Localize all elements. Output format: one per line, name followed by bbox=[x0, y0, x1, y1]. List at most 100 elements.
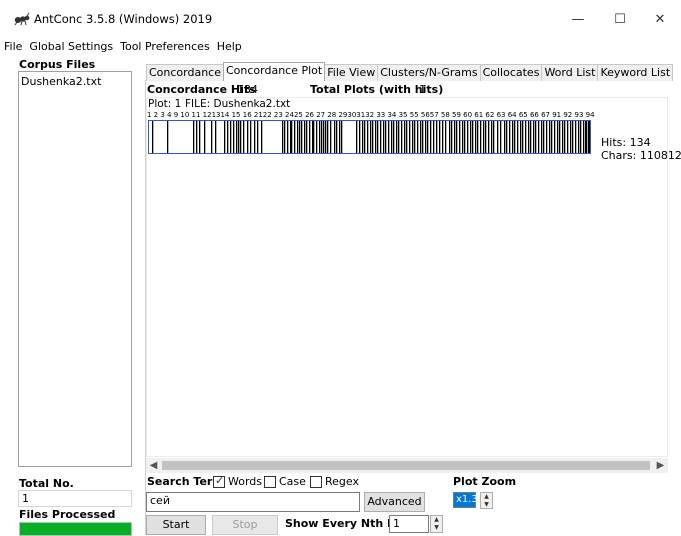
words-checkbox[interactable]: ✓ bbox=[213, 474, 225, 488]
tab-concordance[interactable]: Concordance bbox=[146, 64, 224, 81]
plot-hit-bar[interactable] bbox=[341, 121, 343, 153]
horizontal-scrollbar[interactable]: ◀ ▶ bbox=[146, 458, 668, 473]
plot-hit-bar[interactable] bbox=[152, 121, 154, 153]
plot-zoom-input[interactable]: x1.3 bbox=[453, 492, 478, 508]
tab-keyword-list[interactable]: Keyword List bbox=[597, 64, 674, 81]
plot-hit-bar[interactable] bbox=[327, 121, 329, 153]
plot-hit-bar[interactable] bbox=[396, 121, 398, 153]
plot-hit-bar[interactable] bbox=[589, 121, 590, 153]
plot-hit-bar[interactable] bbox=[491, 121, 493, 153]
plot-hit-bar[interactable] bbox=[233, 121, 235, 153]
scroll-left-icon[interactable]: ◀ bbox=[146, 458, 161, 473]
plot-hit-bar[interactable] bbox=[512, 121, 514, 153]
plot-hit-bar[interactable] bbox=[445, 121, 447, 153]
corpus-file-list[interactable]: Dushenka2.txt bbox=[18, 71, 132, 467]
regex-checkbox[interactable] bbox=[310, 476, 322, 488]
plot-hit-bar[interactable] bbox=[291, 121, 293, 153]
plot-hit-bar[interactable] bbox=[551, 121, 553, 153]
close-button[interactable]: ✕ bbox=[640, 6, 680, 32]
plot-hit-bar[interactable] bbox=[554, 121, 556, 153]
plot-hit-bar[interactable] bbox=[367, 121, 369, 153]
tab-clusters-ngrams[interactable]: Clusters/N-Grams bbox=[377, 64, 481, 81]
plot-hit-bar[interactable] bbox=[509, 121, 511, 153]
plot-hit-bar[interactable] bbox=[323, 121, 325, 153]
plot-hit-bar[interactable] bbox=[321, 121, 323, 153]
nth-row-input[interactable]: 1 bbox=[389, 515, 429, 533]
plot-hit-bar[interactable] bbox=[562, 121, 564, 153]
plot-hit-bar[interactable] bbox=[325, 121, 327, 153]
plot-hit-bar[interactable] bbox=[383, 121, 385, 153]
plot-hit-bar[interactable] bbox=[528, 121, 530, 153]
plot-hit-bar[interactable] bbox=[525, 121, 527, 153]
plot-hit-bar[interactable] bbox=[559, 121, 561, 153]
menu-tool-preferences[interactable]: Tool Preferences bbox=[117, 38, 213, 56]
plot-hit-bar[interactable] bbox=[406, 121, 408, 153]
plot-hit-bar[interactable] bbox=[549, 121, 551, 153]
plot-hit-bar[interactable] bbox=[493, 121, 495, 153]
plot-hit-bar[interactable] bbox=[257, 121, 259, 153]
plot-hit-bar[interactable] bbox=[575, 121, 577, 153]
plot-hit-bar[interactable] bbox=[316, 121, 318, 153]
plot-hit-bar[interactable] bbox=[211, 121, 213, 153]
plot-hit-bar[interactable] bbox=[254, 121, 256, 153]
plot-hit-bar[interactable] bbox=[422, 121, 424, 153]
menu-help[interactable]: Help bbox=[214, 38, 245, 56]
plot-hit-bar[interactable] bbox=[578, 121, 580, 153]
stop-button[interactable]: Stop bbox=[212, 515, 278, 535]
plot-zoom-spinner[interactable]: ▲ ▼ bbox=[480, 492, 493, 509]
plot-hit-bar[interactable] bbox=[238, 121, 240, 153]
plot-hit-bar[interactable] bbox=[414, 121, 416, 153]
plot-hit-bar[interactable] bbox=[570, 121, 572, 153]
maximize-button[interactable]: ☐ bbox=[600, 6, 640, 32]
plot-hit-bar[interactable] bbox=[339, 121, 341, 153]
plot-hit-bar[interactable] bbox=[227, 121, 229, 153]
plot-hit-bar[interactable] bbox=[385, 121, 387, 153]
plot-hit-bar[interactable] bbox=[488, 121, 490, 153]
plot-hit-bar[interactable] bbox=[215, 121, 217, 153]
spin-up-icon[interactable]: ▲ bbox=[431, 516, 442, 524]
menu-global-settings[interactable]: Global Settings bbox=[26, 38, 116, 56]
plot-hit-bar[interactable] bbox=[456, 121, 458, 153]
plot-hit-bar[interactable] bbox=[462, 121, 464, 153]
plot-hit-bar[interactable] bbox=[572, 121, 574, 153]
plot-hit-bar[interactable] bbox=[401, 121, 403, 153]
plot-hit-bar[interactable] bbox=[250, 121, 252, 153]
plot-hit-bar[interactable] bbox=[282, 121, 284, 153]
plot-hit-bar[interactable] bbox=[420, 121, 422, 153]
corpus-file-item[interactable]: Dushenka2.txt bbox=[21, 75, 101, 88]
plot-hit-bar[interactable] bbox=[454, 121, 456, 153]
minimize-button[interactable]: — bbox=[558, 6, 598, 32]
plot-hit-bar[interactable] bbox=[427, 121, 429, 153]
plot-hit-bar[interactable] bbox=[393, 121, 395, 153]
start-button[interactable]: Start bbox=[146, 515, 206, 535]
plot-hit-bar[interactable] bbox=[557, 121, 559, 153]
plot-hit-bar[interactable] bbox=[417, 121, 419, 153]
plot-hit-bar[interactable] bbox=[543, 121, 545, 153]
tab-word-list[interactable]: Word List bbox=[541, 64, 599, 81]
plot-hit-bar[interactable] bbox=[359, 121, 361, 153]
plot-hit-bar[interactable] bbox=[412, 121, 414, 153]
plot-hit-bar[interactable] bbox=[541, 121, 543, 153]
plot-strip[interactable] bbox=[148, 120, 591, 154]
plot-hit-bar[interactable] bbox=[224, 121, 226, 153]
plot-hit-bar[interactable] bbox=[330, 121, 332, 153]
plot-hit-bar[interactable] bbox=[497, 121, 499, 153]
plot-hit-bar[interactable] bbox=[467, 121, 469, 153]
plot-hit-bar[interactable] bbox=[167, 121, 169, 153]
plot-hit-bar[interactable] bbox=[375, 121, 377, 153]
plot-hit-bar[interactable] bbox=[425, 121, 427, 153]
plot-hit-bar[interactable] bbox=[391, 121, 393, 153]
plot-hit-bar[interactable] bbox=[199, 121, 201, 153]
spin-down-icon[interactable]: ▼ bbox=[481, 501, 492, 509]
plot-hit-bar[interactable] bbox=[193, 121, 195, 153]
plot-hit-bar[interactable] bbox=[299, 121, 301, 153]
plot-hit-bar[interactable] bbox=[370, 121, 372, 153]
spin-down-icon[interactable]: ▼ bbox=[431, 524, 442, 532]
plot-hit-bar[interactable] bbox=[477, 121, 479, 153]
plot-hit-bar[interactable] bbox=[530, 121, 532, 153]
plot-hit-bar[interactable] bbox=[586, 121, 588, 153]
search-term-input[interactable]: сей bbox=[146, 492, 360, 512]
plot-hit-bar[interactable] bbox=[500, 121, 502, 153]
plot-hit-bar[interactable] bbox=[297, 121, 299, 153]
plot-hit-bar[interactable] bbox=[580, 121, 582, 153]
